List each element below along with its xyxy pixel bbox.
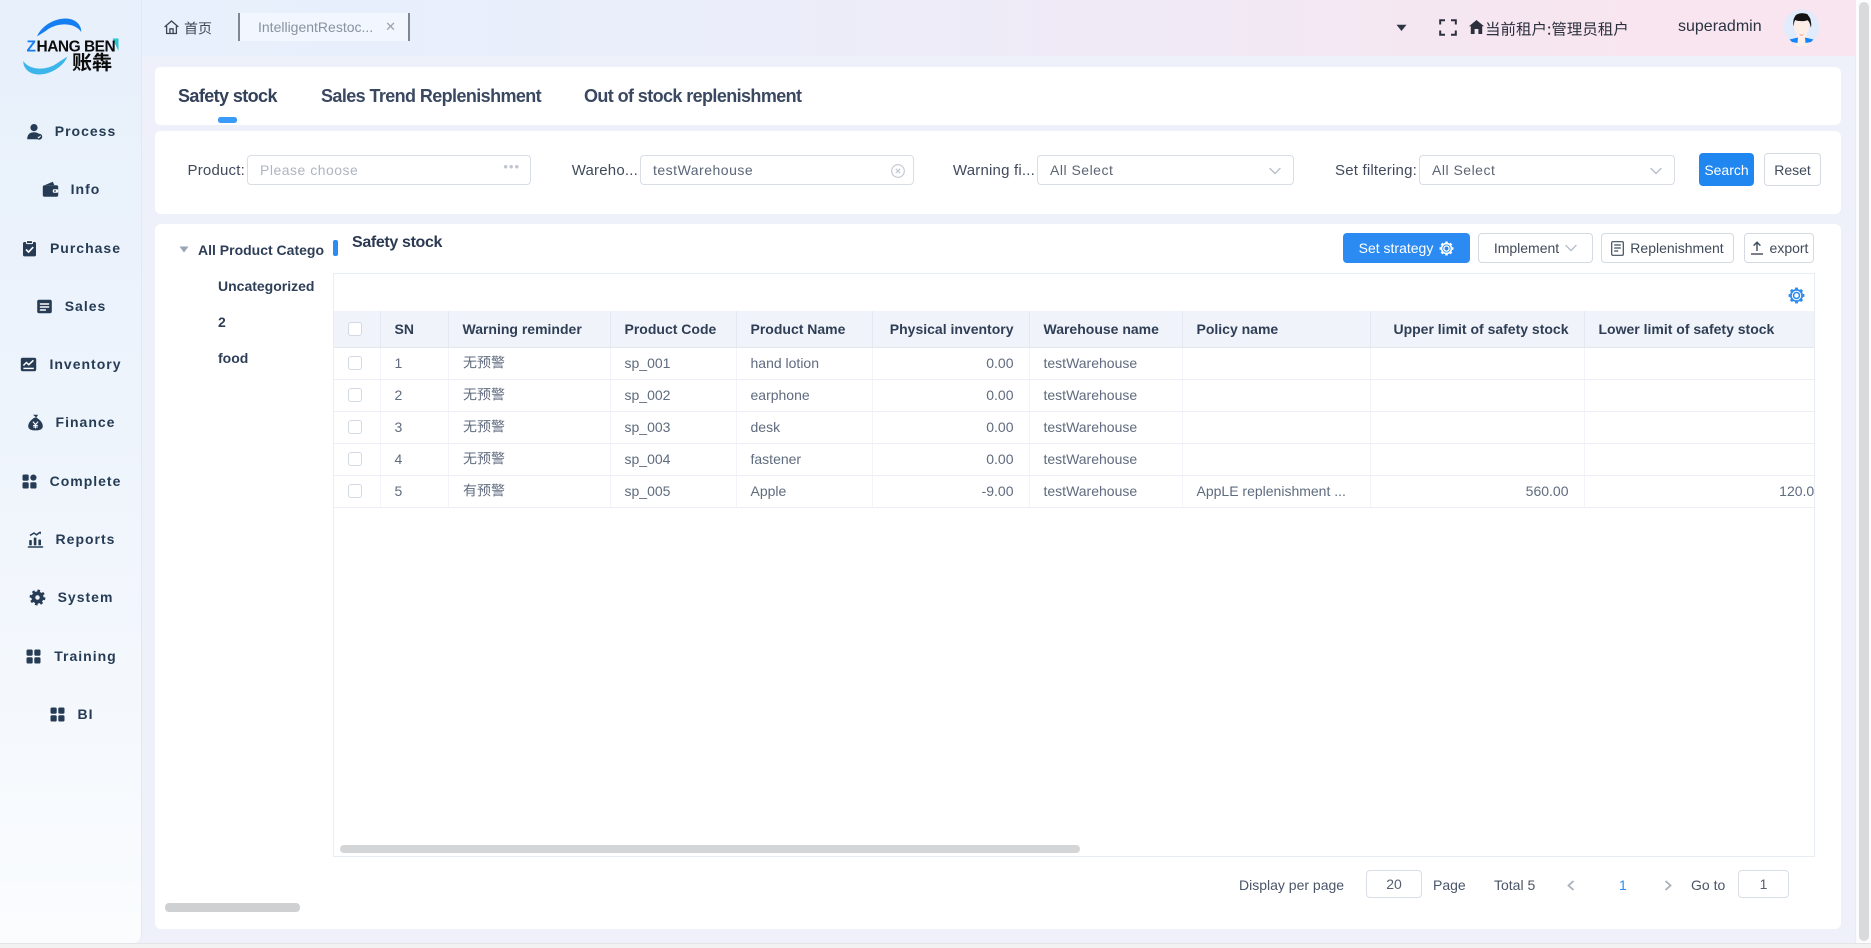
svg-text:Z: Z [27,39,37,56]
